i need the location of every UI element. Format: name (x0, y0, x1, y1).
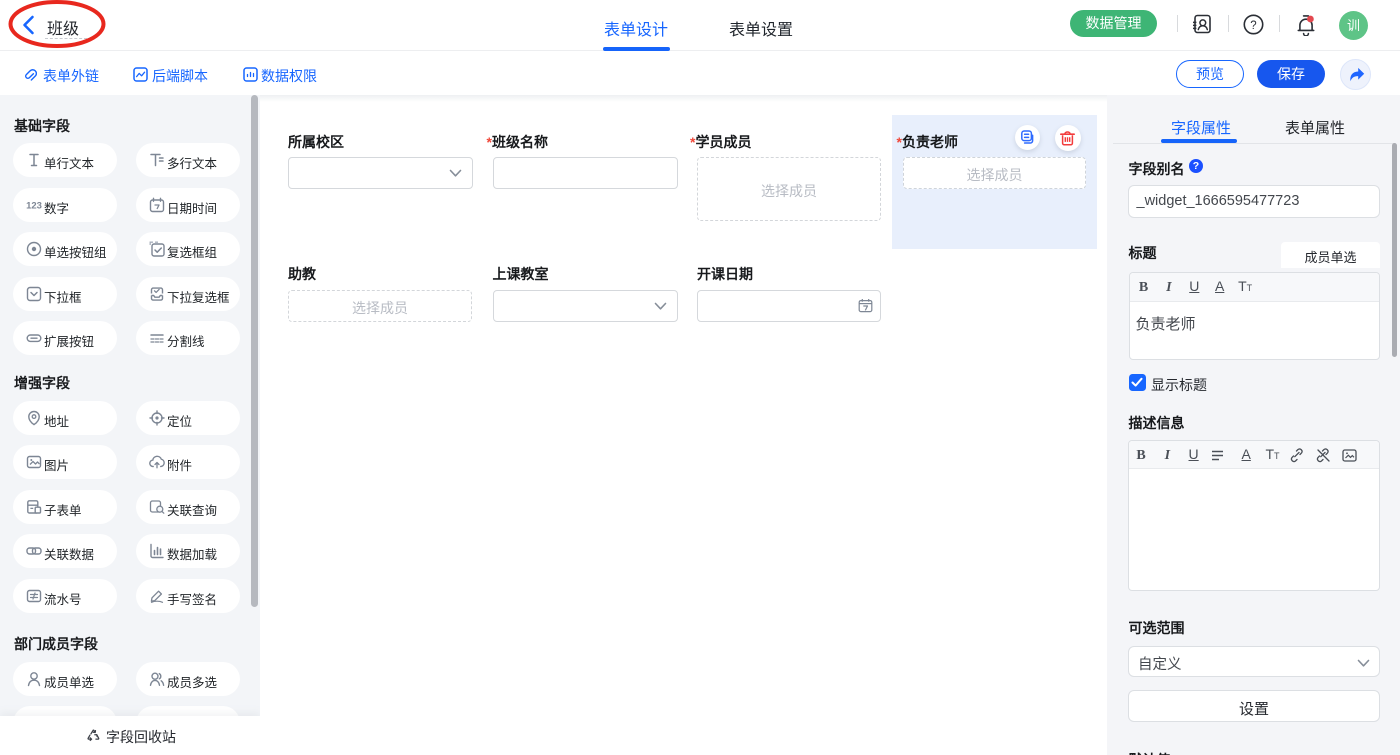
svg-text:123: 123 (26, 200, 42, 211)
svg-text:?: ? (1250, 20, 1256, 32)
